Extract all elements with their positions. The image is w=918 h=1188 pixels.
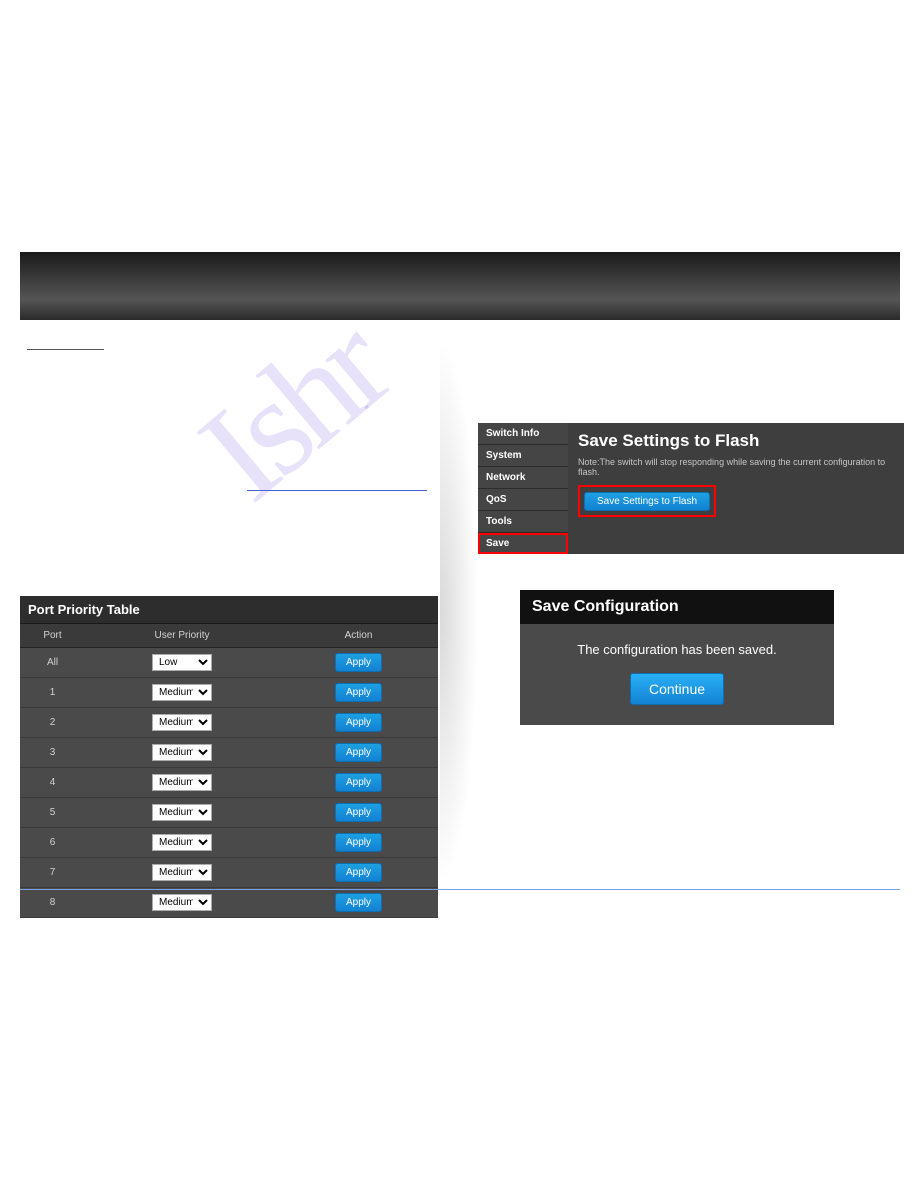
priority-select[interactable]: LowMediumHighHighest: [152, 864, 212, 881]
port-cell: 8: [20, 888, 85, 918]
priority-select[interactable]: LowMediumHighHighest: [152, 684, 212, 701]
action-cell: Apply: [279, 798, 438, 828]
port-cell: All: [20, 648, 85, 678]
sidebar-item-system[interactable]: System: [478, 445, 568, 467]
priority-cell: LowMediumHighHighest: [85, 738, 279, 768]
action-cell: Apply: [279, 738, 438, 768]
ppt-header-action: Action: [279, 624, 438, 648]
save-dialog-message: The configuration has been saved.: [532, 642, 822, 657]
apply-button[interactable]: Apply: [335, 863, 382, 882]
priority-cell: LowMediumHighHighest: [85, 678, 279, 708]
port-priority-table: Port Priority Table Port User Priority A…: [20, 596, 438, 918]
action-cell: Apply: [279, 858, 438, 888]
priority-cell: LowMediumHighHighest: [85, 648, 279, 678]
ppt-header-priority: User Priority: [85, 624, 279, 648]
table-row: 2 LowMediumHighHighest Apply: [20, 708, 438, 738]
action-cell: Apply: [279, 828, 438, 858]
priority-select[interactable]: LowMediumHighHighest: [152, 834, 212, 851]
port-cell: 2: [20, 708, 85, 738]
priority-select[interactable]: LowMediumHighHighest: [152, 654, 212, 671]
ppt-header-port: Port: [20, 624, 85, 648]
priority-cell: LowMediumHighHighest: [85, 798, 279, 828]
column-divider: [440, 335, 478, 890]
save-settings-to-flash-button[interactable]: Save Settings to Flash: [584, 492, 710, 511]
priority-cell: LowMediumHighHighest: [85, 768, 279, 798]
sidebar-item-qos[interactable]: QoS: [478, 489, 568, 511]
priority-cell: LowMediumHighHighest: [85, 708, 279, 738]
port-cell: 5: [20, 798, 85, 828]
sidebar-item-tools[interactable]: Tools: [478, 511, 568, 533]
apply-button[interactable]: Apply: [335, 653, 382, 672]
rule-bottom: [20, 889, 900, 890]
action-cell: Apply: [279, 708, 438, 738]
apply-button[interactable]: Apply: [335, 683, 382, 702]
priority-select[interactable]: LowMediumHighHighest: [152, 744, 212, 761]
priority-select[interactable]: LowMediumHighHighest: [152, 714, 212, 731]
priority-cell: LowMediumHighHighest: [85, 888, 279, 918]
flash-title: Save Settings to Flash: [578, 431, 894, 451]
flash-sidebar: Switch InfoSystemNetworkQoSToolsSave: [478, 423, 568, 554]
save-flash-panel: Switch InfoSystemNetworkQoSToolsSave Sav…: [478, 423, 904, 554]
sidebar-item-save[interactable]: Save: [478, 533, 568, 554]
port-cell: 1: [20, 678, 85, 708]
port-cell: 6: [20, 828, 85, 858]
action-cell: Apply: [279, 648, 438, 678]
port-cell: 3: [20, 738, 85, 768]
page-banner: [20, 252, 900, 320]
apply-button[interactable]: Apply: [335, 833, 382, 852]
apply-button[interactable]: Apply: [335, 893, 382, 912]
table-row: 7 LowMediumHighHighest Apply: [20, 858, 438, 888]
rule-small: [27, 349, 104, 350]
save-dialog-title: Save Configuration: [520, 590, 834, 624]
action-cell: Apply: [279, 678, 438, 708]
priority-select[interactable]: LowMediumHighHighest: [152, 894, 212, 911]
table-row: 8 LowMediumHighHighest Apply: [20, 888, 438, 918]
save-configuration-dialog: Save Configuration The configuration has…: [520, 590, 834, 725]
port-cell: 7: [20, 858, 85, 888]
priority-select[interactable]: LowMediumHighHighest: [152, 804, 212, 821]
apply-button[interactable]: Apply: [335, 803, 382, 822]
table-row: All LowMediumHighHighest Apply: [20, 648, 438, 678]
flash-button-highlight: Save Settings to Flash: [578, 485, 716, 517]
action-cell: Apply: [279, 888, 438, 918]
priority-cell: LowMediumHighHighest: [85, 858, 279, 888]
table-row: 6 LowMediumHighHighest Apply: [20, 828, 438, 858]
sidebar-item-switch-info[interactable]: Switch Info: [478, 423, 568, 445]
rule-mid: [247, 490, 427, 491]
watermark: Ishr: [170, 289, 416, 532]
table-row: 1 LowMediumHighHighest Apply: [20, 678, 438, 708]
priority-cell: LowMediumHighHighest: [85, 828, 279, 858]
action-cell: Apply: [279, 768, 438, 798]
table-row: 3 LowMediumHighHighest Apply: [20, 738, 438, 768]
priority-select[interactable]: LowMediumHighHighest: [152, 774, 212, 791]
table-row: 4 LowMediumHighHighest Apply: [20, 768, 438, 798]
table-row: 5 LowMediumHighHighest Apply: [20, 798, 438, 828]
sidebar-item-network[interactable]: Network: [478, 467, 568, 489]
apply-button[interactable]: Apply: [335, 773, 382, 792]
flash-note: Note:The switch will stop responding whi…: [578, 457, 894, 477]
apply-button[interactable]: Apply: [335, 713, 382, 732]
apply-button[interactable]: Apply: [335, 743, 382, 762]
ppt-title: Port Priority Table: [20, 596, 438, 624]
port-cell: 4: [20, 768, 85, 798]
continue-button[interactable]: Continue: [630, 673, 724, 705]
